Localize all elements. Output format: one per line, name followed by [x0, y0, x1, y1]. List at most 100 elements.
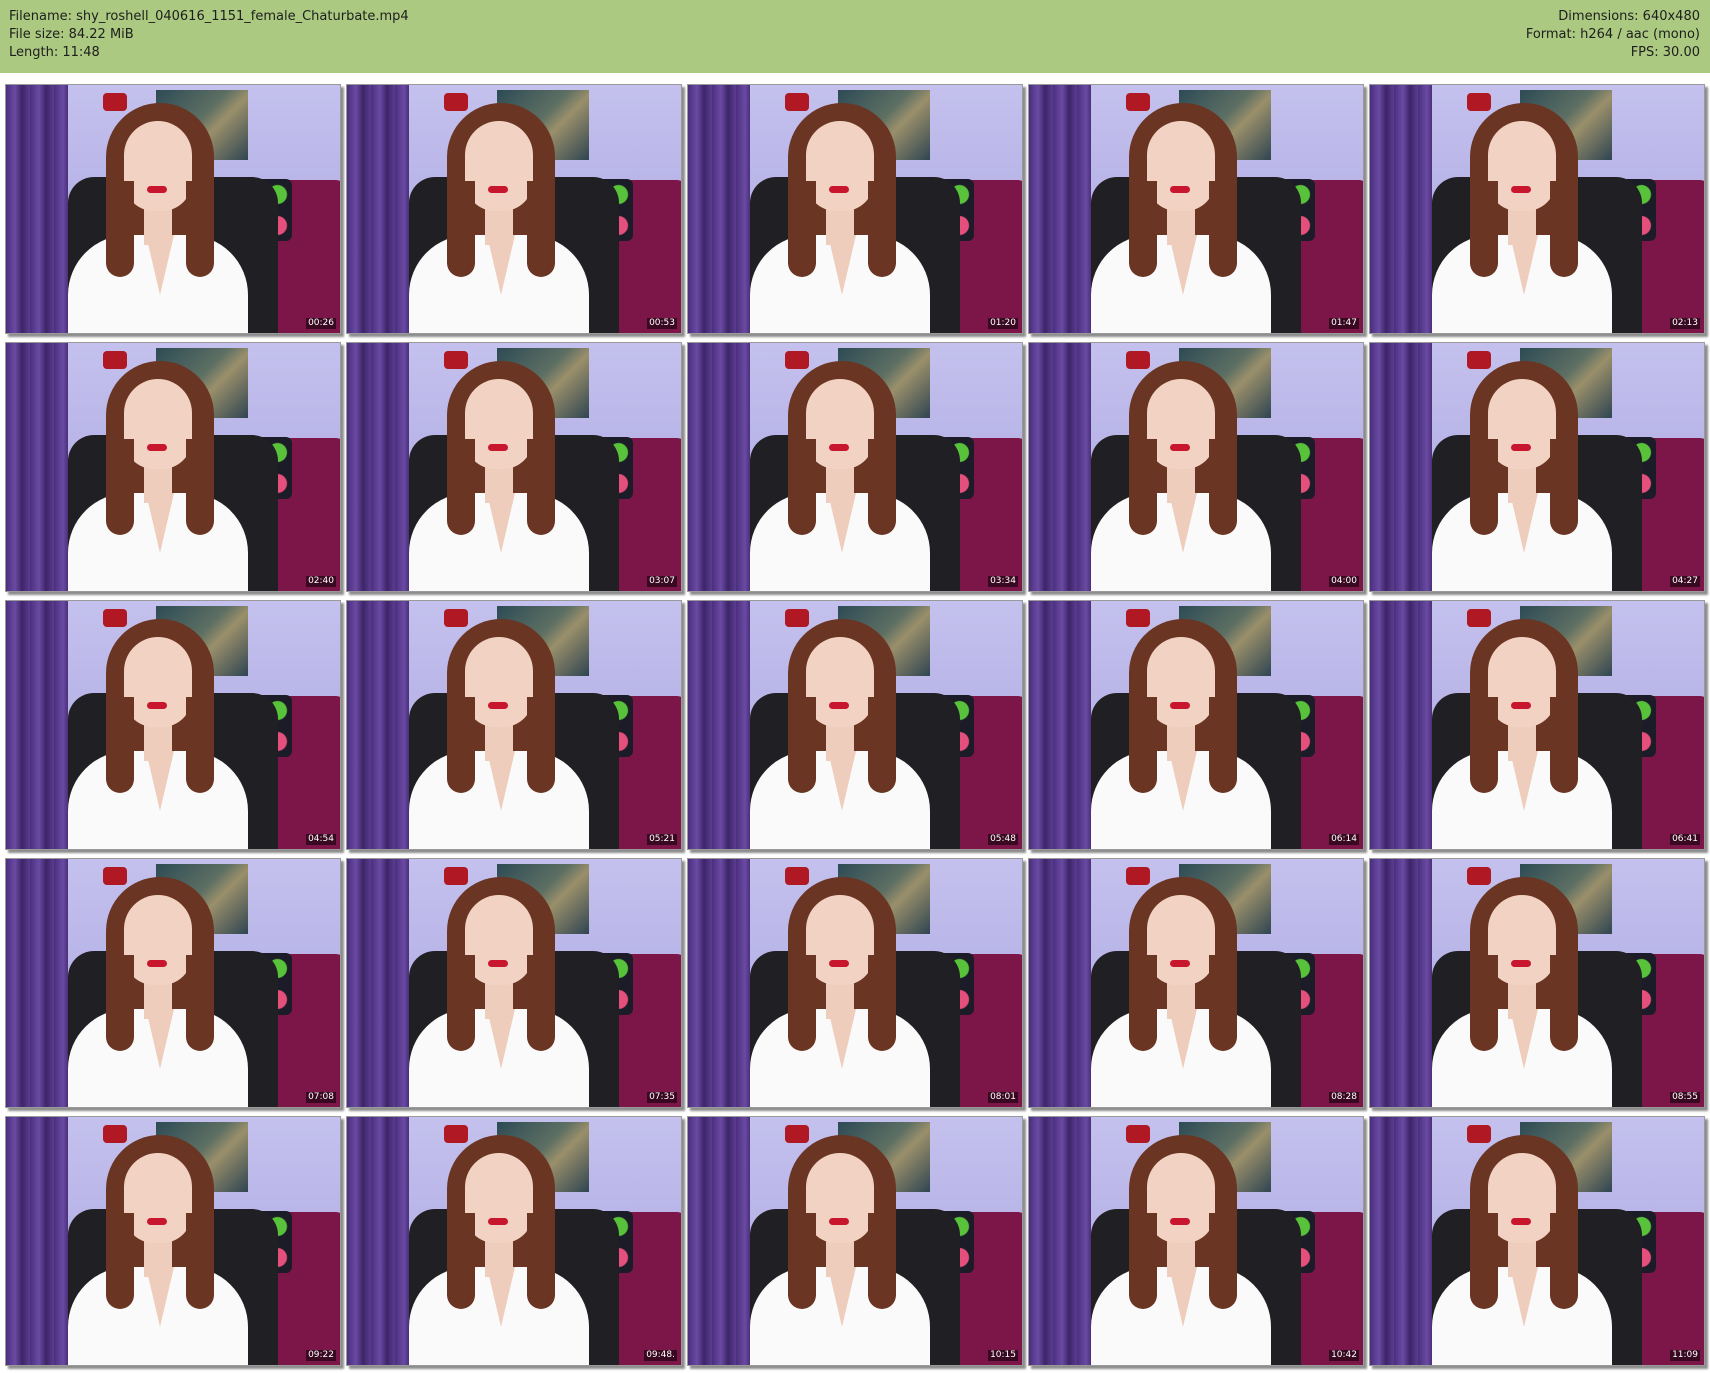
- face: [1488, 1153, 1556, 1243]
- timestamp-label: 08:55: [1670, 1092, 1700, 1103]
- lips: [1511, 960, 1531, 967]
- lips: [1170, 1218, 1190, 1225]
- hair-strand: [788, 181, 816, 277]
- hair-strand: [1470, 955, 1498, 1051]
- hair-strand: [186, 1213, 214, 1309]
- lips: [829, 1218, 849, 1225]
- curtain: [1029, 859, 1091, 1107]
- face: [806, 379, 874, 469]
- lips: [147, 1218, 167, 1225]
- video-frame-thumbnail: 04:27: [1369, 342, 1705, 592]
- red-lamp: [103, 93, 127, 111]
- hair-strand: [527, 1213, 555, 1309]
- shirt-collar: [1169, 235, 1197, 295]
- face: [806, 121, 874, 211]
- lips: [488, 1218, 508, 1225]
- face: [1488, 121, 1556, 211]
- shirt-collar: [1169, 751, 1197, 811]
- video-frame-thumbnail: 11:09: [1369, 1116, 1705, 1366]
- face: [806, 1153, 874, 1243]
- filesize-text: File size: 84.22 MiB: [9, 27, 134, 42]
- hair-strand: [447, 1213, 475, 1309]
- curtain: [1029, 1117, 1091, 1365]
- fps-text: FPS: 30.00: [1630, 45, 1700, 60]
- hair-strand: [868, 955, 896, 1051]
- curtain: [6, 85, 68, 333]
- curtain: [1370, 1117, 1432, 1365]
- info-header: Filename: shy_roshell_040616_1151_female…: [0, 0, 1710, 73]
- info-left: Filename: shy_roshell_040616_1151_female…: [9, 8, 409, 62]
- red-lamp: [1126, 93, 1150, 111]
- video-frame-thumbnail: 08:55: [1369, 858, 1705, 1108]
- hair-strand: [106, 439, 134, 535]
- hair-strand: [186, 955, 214, 1051]
- video-frame-thumbnail: 02:40: [5, 342, 341, 592]
- shirt-collar: [1510, 1267, 1538, 1327]
- lips: [1511, 702, 1531, 709]
- shirt-collar: [828, 235, 856, 295]
- timestamp-label: 04:00: [1329, 576, 1359, 587]
- face: [124, 379, 192, 469]
- red-lamp: [444, 93, 468, 111]
- lips: [1170, 444, 1190, 451]
- hair-strand: [788, 439, 816, 535]
- video-frame-thumbnail: 05:48: [687, 600, 1023, 850]
- shirt-collar: [487, 1009, 515, 1069]
- video-frame-thumbnail: 01:20: [687, 84, 1023, 334]
- face: [1147, 895, 1215, 985]
- curtain: [688, 343, 750, 591]
- face: [806, 895, 874, 985]
- timestamp-label: 11:09: [1670, 1350, 1700, 1361]
- shirt-collar: [828, 751, 856, 811]
- red-lamp: [1126, 351, 1150, 369]
- hair-strand: [1470, 181, 1498, 277]
- face: [1147, 379, 1215, 469]
- red-lamp: [103, 351, 127, 369]
- hair-strand: [1550, 181, 1578, 277]
- shirt-collar: [146, 751, 174, 811]
- hair-strand: [1209, 1213, 1237, 1309]
- red-lamp: [103, 1125, 127, 1143]
- curtain: [347, 85, 409, 333]
- curtain: [347, 601, 409, 849]
- curtain: [1370, 601, 1432, 849]
- hair-strand: [868, 181, 896, 277]
- lips: [1511, 1218, 1531, 1225]
- red-lamp: [1126, 867, 1150, 885]
- lips: [147, 960, 167, 967]
- video-frame-thumbnail: 08:01: [687, 858, 1023, 1108]
- hair-strand: [1129, 439, 1157, 535]
- shirt-collar: [828, 1009, 856, 1069]
- face: [465, 121, 533, 211]
- hair-strand: [186, 181, 214, 277]
- video-frame-thumbnail: 01:47: [1028, 84, 1364, 334]
- hair-strand: [868, 1213, 896, 1309]
- shirt-collar: [1510, 493, 1538, 553]
- face: [124, 121, 192, 211]
- timestamp-label: 08:01: [988, 1092, 1018, 1103]
- hair-strand: [447, 181, 475, 277]
- hair-strand: [1209, 439, 1237, 535]
- video-frame-thumbnail: 04:54: [5, 600, 341, 850]
- video-frame-thumbnail: 00:26: [5, 84, 341, 334]
- length-text: Length: 11:48: [9, 45, 100, 60]
- lips: [829, 960, 849, 967]
- face: [1147, 1153, 1215, 1243]
- video-frame-thumbnail: 02:13: [1369, 84, 1705, 334]
- timestamp-label: 01:47: [1329, 318, 1359, 329]
- red-lamp: [444, 1125, 468, 1143]
- shirt-collar: [146, 1009, 174, 1069]
- hair-strand: [1470, 439, 1498, 535]
- lips: [829, 444, 849, 451]
- curtain: [1029, 601, 1091, 849]
- hair-strand: [447, 439, 475, 535]
- curtain: [347, 859, 409, 1107]
- video-frame-thumbnail: 10:42: [1028, 1116, 1364, 1366]
- hair-strand: [1129, 181, 1157, 277]
- timestamp-label: 03:34: [988, 576, 1018, 587]
- curtain: [6, 343, 68, 591]
- red-lamp: [444, 867, 468, 885]
- hair-strand: [1129, 1213, 1157, 1309]
- hair-strand: [106, 1213, 134, 1309]
- shirt-collar: [487, 493, 515, 553]
